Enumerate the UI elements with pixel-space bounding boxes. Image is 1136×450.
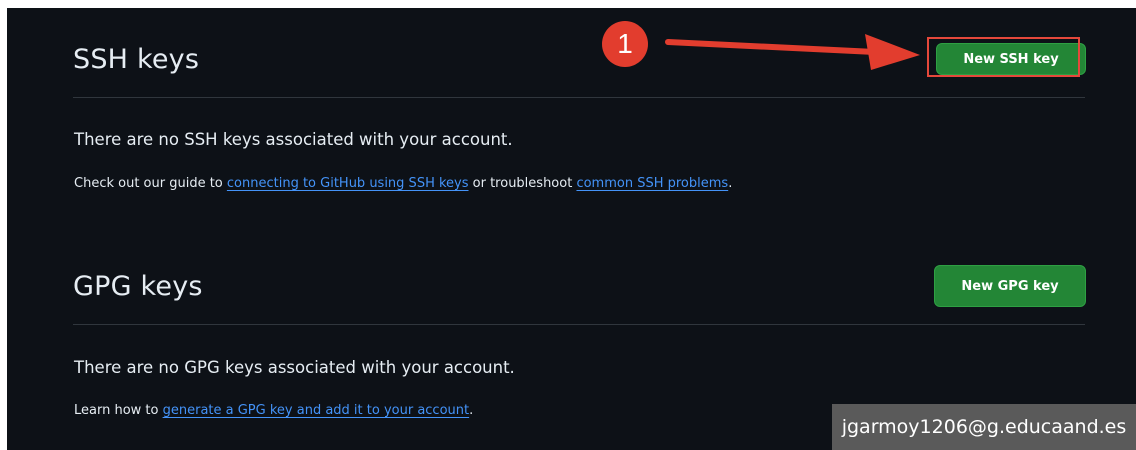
email-watermark: jgarmoy1206@g.educaand.es (832, 404, 1136, 450)
ssh-problems-link[interactable]: common SSH problems (576, 176, 728, 191)
gpg-help-prefix: Learn how to (74, 403, 163, 418)
ssh-guide-link[interactable]: connecting to GitHub using SSH keys (227, 176, 469, 191)
gpg-help-suffix: . (469, 403, 474, 418)
ssh-help-prefix: Check out our guide to (74, 176, 227, 191)
highlight-box (927, 37, 1080, 77)
ssh-keys-heading: SSH keys (73, 44, 200, 75)
arrow-right-icon (665, 34, 920, 70)
gpg-guide-link[interactable]: generate a GPG key and add it to your ac… (163, 403, 470, 418)
ssh-help-text: Check out our guide to connecting to Git… (74, 176, 732, 191)
ssh-help-suffix: . (728, 176, 733, 191)
ssh-empty-message: There are no SSH keys associated with yo… (74, 130, 513, 149)
gpg-empty-message: There are no GPG keys associated with yo… (74, 358, 515, 377)
ssh-help-middle: or troubleshoot (468, 176, 577, 191)
gpg-divider (73, 324, 1085, 325)
new-gpg-key-button[interactable]: New GPG key (934, 265, 1086, 307)
gpg-help-text: Learn how to generate a GPG key and add … (74, 403, 473, 418)
step-number-badge: 1 (602, 21, 648, 67)
ssh-divider (73, 97, 1085, 98)
gpg-keys-heading: GPG keys (73, 271, 203, 302)
